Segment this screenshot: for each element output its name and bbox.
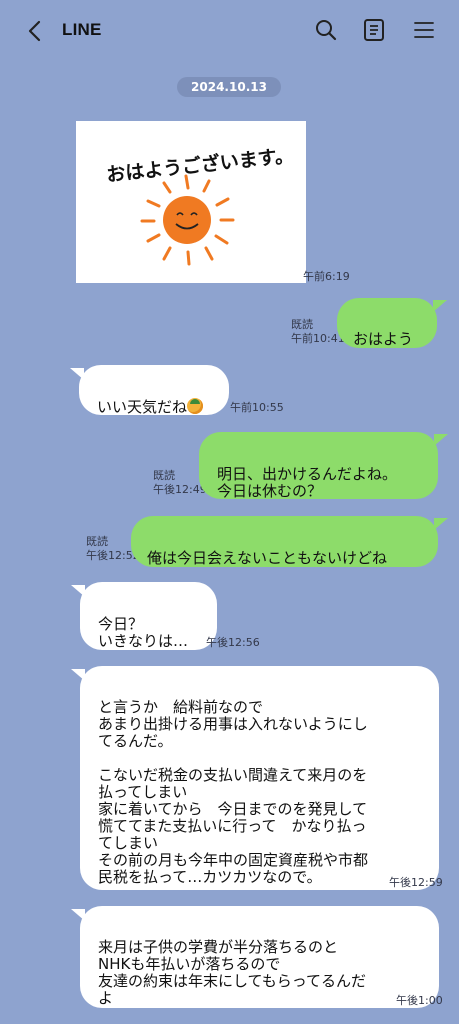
incoming-message-bubble[interactable]: と言うか 給料前なので あまり出掛ける用事は入れないようにし てるんだ。 こない… [80, 666, 439, 890]
menu-icon[interactable] [411, 16, 437, 44]
outgoing-message-bubble[interactable]: 明日、出かけるんだよね。 今日は休むの？ [199, 432, 438, 500]
sun-with-hat-emoji [187, 398, 204, 414]
notes-icon[interactable] [361, 16, 387, 44]
message-text: いい天気だね [97, 398, 188, 416]
message-text: おはよう [353, 330, 414, 348]
message-text: 俺は今日会えないこともないけどね [147, 549, 388, 567]
chat-header: LINE [0, 0, 459, 62]
message-time: 午後12:49 [153, 483, 207, 496]
message-time: 午後12:56 [206, 636, 260, 649]
message-text: 明日、出かけるんだよね。 今日は休むの？ [217, 465, 398, 500]
message-text: 今日？ いきなりは… [98, 615, 189, 650]
message-time: 午前10:41 [291, 332, 345, 345]
message-time: 午後12:59 [389, 876, 443, 889]
chat-title: LINE [62, 20, 102, 39]
search-icon[interactable] [313, 16, 339, 44]
message-time: 午前6:19 [303, 270, 350, 283]
incoming-message-bubble[interactable]: 来月は子供の学費が半分落ちるのと NHKも年払いが落ちるので 友達の約束は年末に… [80, 906, 439, 1008]
sticker-text: おはようございます。 [105, 144, 294, 187]
message-time: 午後1:00 [396, 994, 443, 1007]
message-text: 来月は子供の学費が半分落ちるのと NHKも年払いが落ちるので 友達の約束は年末に… [98, 938, 367, 1007]
date-separator: 2024.10.13 [177, 77, 281, 97]
back-chevron-icon[interactable] [22, 18, 46, 44]
outgoing-message-bubble[interactable]: 俺は今日会えないこともないけどね [131, 516, 438, 567]
sticker-message[interactable]: おはようございます。 [76, 121, 306, 283]
message-time: 午前10:55 [230, 401, 284, 414]
message-text: と言うか 給料前なので あまり出掛ける用事は入れないようにし てるんだ。 こない… [98, 698, 369, 886]
sun-sticker-image: おはようございます。 [105, 144, 295, 266]
incoming-message-bubble[interactable]: いい天気だね [79, 365, 229, 416]
incoming-message-bubble[interactable]: 今日？ いきなりは… [80, 582, 217, 650]
outgoing-message-bubble[interactable]: おはよう [337, 298, 437, 348]
